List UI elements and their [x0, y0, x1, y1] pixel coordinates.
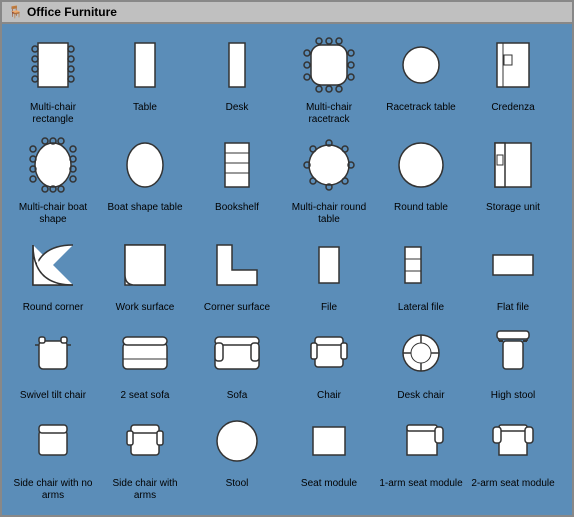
item-label: Sofa: [227, 390, 248, 402]
item-label: Desk chair: [397, 390, 444, 402]
item-label: Multi-chair racetrack: [285, 102, 373, 126]
list-item[interactable]: Swivel tilt chair: [8, 318, 98, 402]
list-item[interactable]: Table: [100, 30, 190, 126]
item-label: Flat file: [497, 302, 529, 314]
list-item[interactable]: Credenza: [468, 30, 558, 126]
main-container: Multi-chair rectangle Table Desk: [0, 22, 574, 517]
list-item[interactable]: Round table: [376, 130, 466, 226]
item-label: Boat shape table: [107, 202, 182, 214]
item-label: Work surface: [116, 302, 175, 314]
list-item[interactable]: Side chair with arms: [100, 406, 190, 502]
list-item[interactable]: 90 deg table: [100, 506, 190, 517]
item-label: Round table: [394, 202, 448, 214]
title-bar: 🪑 Office Furniture: [0, 0, 574, 22]
list-item[interactable]: 2-arm seat module: [468, 406, 558, 502]
list-item[interactable]: Lateral file: [376, 230, 466, 314]
list-item[interactable]: Multi-chair boat shape: [8, 130, 98, 226]
item-label: Corner surface: [204, 302, 270, 314]
item-label: Storage unit: [486, 202, 540, 214]
list-item[interactable]: Multi-chair rectangle: [8, 30, 98, 126]
list-item[interactable]: Sofa: [192, 318, 282, 402]
title-icon: 🪑: [8, 5, 23, 19]
list-item[interactable]: Storage unit: [468, 130, 558, 226]
item-label: Multi-chair rectangle: [9, 102, 97, 126]
list-item[interactable]: 45 deg table: [192, 506, 282, 517]
list-item[interactable]: 2 seat sofa: [100, 318, 190, 402]
item-label: High stool: [491, 390, 535, 402]
list-item[interactable]: High stool: [468, 318, 558, 402]
list-item[interactable]: Bookshelf: [192, 130, 282, 226]
list-item[interactable]: Side chair with no arms: [8, 406, 98, 502]
list-item[interactable]: File: [284, 230, 374, 314]
item-label: Side chair with arms: [101, 478, 189, 502]
item-label: 2-arm seat module: [471, 478, 554, 490]
item-label: Chair: [317, 390, 341, 402]
item-label: Stool: [226, 478, 249, 490]
list-item[interactable]: Multi-chair racetrack: [284, 30, 374, 126]
list-item[interactable]: 1-arm seat module: [376, 406, 466, 502]
item-label: Table: [133, 102, 157, 114]
item-label: Swivel tilt chair: [20, 390, 86, 402]
list-item[interactable]: Racetrack table: [376, 30, 466, 126]
window-title: Office Furniture: [27, 5, 117, 19]
list-item[interactable]: Chair: [284, 318, 374, 402]
item-label: Side chair with no arms: [9, 478, 97, 502]
item-label: Racetrack table: [386, 102, 455, 114]
list-item[interactable]: Seat module: [284, 406, 374, 502]
list-item[interactable]: Multi-chair round table: [284, 130, 374, 226]
item-label: 1-arm seat module: [379, 478, 462, 490]
list-item[interactable]: Seat 30 deg out-module: [376, 506, 466, 517]
item-label: Bookshelf: [215, 202, 259, 214]
list-item[interactable]: Flat file: [468, 230, 558, 314]
furniture-grid: Multi-chair rectangle Table Desk: [8, 30, 566, 517]
list-item[interactable]: Round corner: [8, 230, 98, 314]
item-label: Multi-chair boat shape: [9, 202, 97, 226]
list-item[interactable]: Seat 30 deg in-module: [284, 506, 374, 517]
item-label: Seat module: [301, 478, 357, 490]
list-item[interactable]: Corner surface: [192, 230, 282, 314]
item-label: 2 seat sofa: [121, 390, 170, 402]
item-label: Multi-chair round table: [285, 202, 373, 226]
item-label: Lateral file: [398, 302, 444, 314]
list-item[interactable]: Stool: [192, 406, 282, 502]
item-label: Desk: [226, 102, 249, 114]
list-item[interactable]: Corner table: [8, 506, 98, 517]
item-label: Credenza: [491, 102, 534, 114]
item-label: File: [321, 302, 337, 314]
list-item[interactable]: Desk: [192, 30, 282, 126]
list-item[interactable]: Work surface: [100, 230, 190, 314]
list-item[interactable]: Desk chair: [376, 318, 466, 402]
list-item[interactable]: Boat shape table: [100, 130, 190, 226]
item-label: Round corner: [23, 302, 84, 314]
